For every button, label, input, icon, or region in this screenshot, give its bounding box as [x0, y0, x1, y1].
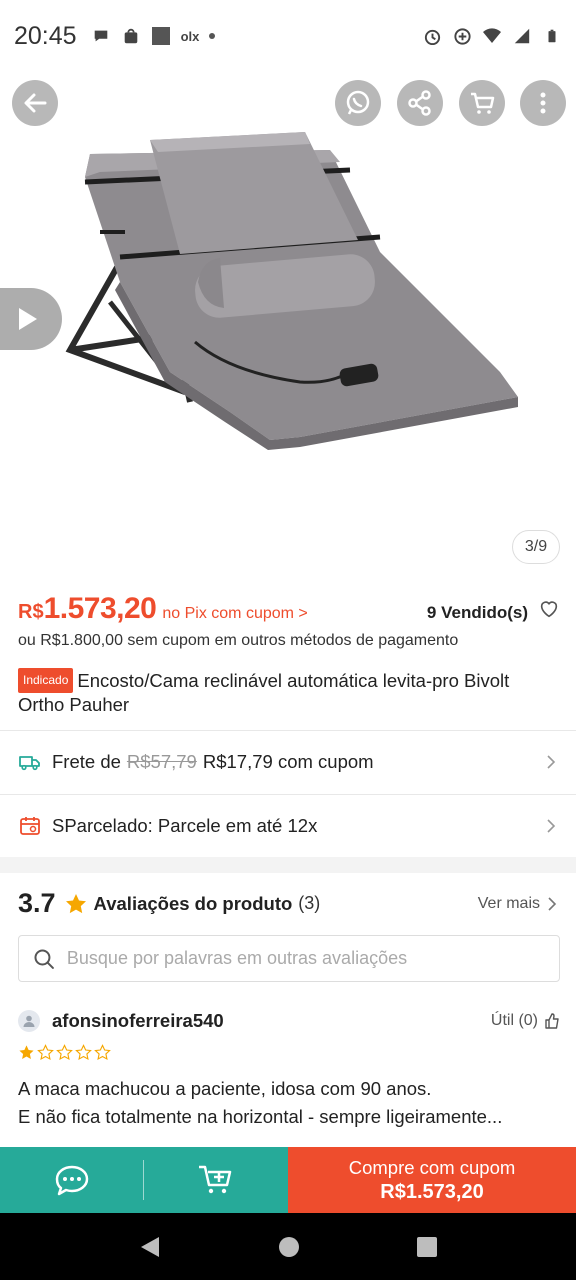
star-empty-icon	[56, 1044, 73, 1061]
more-options-button[interactable]	[520, 80, 566, 126]
reviews-count: (3)	[298, 893, 321, 913]
back-button[interactable]	[12, 80, 58, 126]
chevron-right-icon	[548, 896, 557, 911]
useful-button[interactable]: Útil (0)	[491, 1012, 560, 1030]
whatsapp-icon	[346, 90, 370, 115]
add-to-cart-icon	[198, 1165, 231, 1194]
alarm-icon	[422, 26, 442, 46]
share-button[interactable]	[397, 80, 443, 126]
star-empty-icon	[94, 1044, 111, 1061]
review-text-line2: E não fica totalmente na horizontal - se…	[18, 1106, 503, 1127]
star-filled-icon	[19, 1045, 34, 1059]
bottom-left-actions	[0, 1147, 288, 1213]
play-icon	[19, 308, 37, 330]
thumbs-up-icon	[545, 1013, 559, 1029]
indicado-badge: Indicado	[18, 668, 74, 693]
product-image-gallery[interactable]: 3/9	[0, 72, 576, 582]
more-vertical-icon	[540, 92, 546, 114]
star-empty-icon	[75, 1044, 92, 1061]
chat-button[interactable]	[0, 1147, 143, 1213]
dot-icon	[209, 33, 216, 39]
review-search-input[interactable]	[66, 948, 545, 969]
installments-row[interactable]: SParcelado: Parcele em até 12x	[0, 795, 576, 857]
product-image	[65, 132, 518, 450]
shipping-row[interactable]: Frete de R$57,79 R$17,79 com cupom	[0, 731, 576, 793]
status-time: 20:45	[14, 21, 77, 50]
cart-button[interactable]	[459, 80, 505, 126]
rating-score: 3.7	[18, 888, 56, 918]
nav-home-icon[interactable]	[278, 1236, 300, 1258]
search-icon	[34, 949, 54, 969]
see-more-label: Ver mais	[477, 894, 540, 912]
image-counter: 3/9	[512, 530, 560, 564]
bottom-action-bar: Compre com cupom R$1.573,20	[0, 1147, 576, 1213]
chevron-right-icon	[547, 819, 556, 833]
reviews-header: 3.7 Avaliações do produto (3) Ver mais	[18, 888, 558, 919]
status-bar: 20:45 olx	[0, 0, 576, 72]
share-icon	[408, 90, 431, 116]
nav-recents-icon[interactable]	[417, 1236, 438, 1257]
avatar	[18, 1010, 40, 1032]
whatsapp-button[interactable]	[335, 80, 381, 126]
price-row: R$ 1.573,20 no Pix com cupom > 9 Vendido…	[18, 592, 560, 626]
signal-icon	[512, 26, 532, 46]
status-left-icons: olx	[91, 26, 216, 46]
useful-label: Útil (0)	[490, 1012, 538, 1029]
truck-icon	[19, 756, 40, 771]
product-title-text: Encosto/Cama reclinável automática levit…	[18, 670, 510, 715]
buy-with-coupon-button[interactable]: Compre com cupom R$1.573,20	[288, 1147, 576, 1213]
heart-icon[interactable]	[538, 598, 560, 620]
shopee-bag-icon	[121, 26, 141, 46]
data-saver-icon	[452, 26, 472, 46]
review-search-box[interactable]	[18, 935, 560, 982]
buy-price: R$1.573,20	[380, 1180, 484, 1203]
shipping-label: Frete de	[52, 751, 121, 772]
currency-symbol: R$	[18, 601, 44, 623]
back-arrow-icon	[24, 93, 47, 113]
battery-icon	[542, 26, 562, 46]
star-empty-icon	[37, 1044, 54, 1061]
product-price: 1.573,20	[43, 592, 157, 625]
chat-bubble-icon	[91, 26, 111, 46]
review-text-line1: A maca machucou a paciente, idosa com 90…	[18, 1078, 432, 1099]
review-stars	[18, 1044, 560, 1061]
see-more-link[interactable]: Ver mais	[478, 895, 558, 913]
wifi-icon	[482, 26, 502, 46]
status-right-icons	[422, 26, 562, 46]
shipping-old-price: R$57,79	[126, 751, 197, 772]
buy-label: Compre com cupom	[348, 1156, 516, 1178]
alt-price-text: ou R$1.800,00 sem cupom em outros método…	[18, 632, 459, 649]
installment-calendar-icon	[20, 817, 40, 835]
star-icon	[65, 893, 86, 913]
shipping-new-price: R$17,79 com cupom	[202, 751, 374, 772]
user-icon	[23, 1015, 35, 1027]
reviewer-row: afonsinoferreira540 Útil (0)	[18, 1010, 560, 1032]
pix-coupon-link[interactable]: no Pix com cupom >	[162, 605, 307, 623]
nav-back-icon[interactable]	[139, 1235, 161, 1259]
cart-icon	[471, 92, 495, 114]
sold-count: 9 Vendido(s)	[426, 603, 528, 622]
chat-icon	[55, 1165, 88, 1196]
section-gap	[0, 857, 576, 873]
square-app-icon	[151, 26, 171, 46]
olx-icon: olx	[180, 28, 200, 44]
product-title: Indicado Encosto/Cama reclinável automáti…	[18, 668, 556, 716]
add-to-cart-button[interactable]	[144, 1147, 287, 1213]
reviewer-name: afonsinoferreira540	[52, 1010, 224, 1031]
android-nav-bar	[0, 1213, 576, 1280]
chevron-right-icon	[547, 755, 556, 769]
review-item: afonsinoferreira540 Útil (0) A maca mach…	[18, 1010, 560, 1131]
video-play-button[interactable]	[0, 288, 62, 350]
installments-label: SParcelado: Parcele em até 12x	[52, 815, 318, 836]
reviews-title: Avaliações do produto	[93, 892, 293, 914]
